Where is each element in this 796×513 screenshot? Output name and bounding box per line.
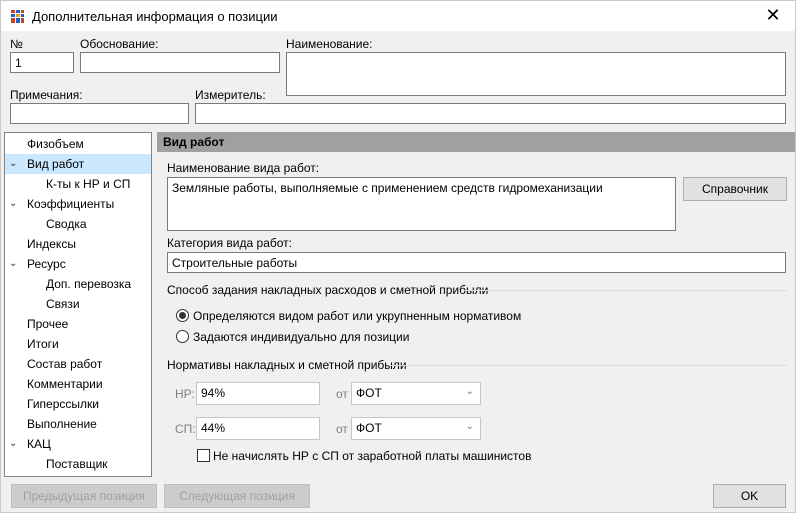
- tree-item-resource[interactable]: ⌄ Ресурс: [5, 254, 151, 274]
- tree-item-label: Гиперссылки: [27, 397, 99, 411]
- name-label: Наименование:: [286, 37, 373, 51]
- chevron-down-icon[interactable]: ⌄: [9, 194, 19, 214]
- tree-item-label: Выполнение: [27, 417, 97, 431]
- tree-item-indexes[interactable]: Индексы: [5, 234, 151, 254]
- no-machinist-checkbox-label: Не начислять НР с СП от заработной платы…: [213, 449, 532, 463]
- norms-section-divider: [391, 365, 787, 366]
- chevron-down-icon: ⌄: [465, 386, 474, 397]
- nr-label: НР:: [175, 387, 195, 401]
- unit-label: Измеритель:: [195, 88, 266, 102]
- tree-item-work-type[interactable]: ⌄ Вид работ: [5, 154, 151, 174]
- tree-item-extra-transport[interactable]: Доп. перевозка: [5, 274, 151, 294]
- tree-item-label: Доп. перевозка: [46, 277, 132, 291]
- radio-individual-label: Задаются индивидуально для позиции: [193, 330, 410, 344]
- notes-label: Примечания:: [10, 88, 83, 102]
- tree-item-label: Сводка: [46, 217, 87, 231]
- tree-item-kac[interactable]: ⌄ КАЦ: [5, 434, 151, 454]
- method-section-label: Способ задания накладных расходов и смет…: [167, 283, 489, 297]
- chevron-down-icon[interactable]: ⌄: [9, 434, 19, 454]
- tree-item-label: Комментарии: [27, 377, 103, 391]
- tree-item-label: Состав работ: [27, 357, 103, 371]
- dialog-window: Дополнительная информация о позиции ✕ № …: [0, 0, 796, 513]
- tree-item-work-composition[interactable]: Состав работ: [5, 354, 151, 374]
- tree-item-summary[interactable]: Сводка: [5, 214, 151, 234]
- sp-from-label: от: [336, 422, 348, 436]
- chevron-down-icon[interactable]: ⌄: [9, 154, 19, 174]
- window-title: Дополнительная информация о позиции: [32, 9, 278, 24]
- tree-item-totals[interactable]: Итоги: [5, 334, 151, 354]
- work-type-name-label: Наименование вида работ:: [167, 161, 320, 175]
- tree-item-label: Индексы: [27, 237, 76, 251]
- sp-base-select[interactable]: ФОТ ⌄: [351, 417, 481, 440]
- tree-item-label: Прочее: [27, 317, 69, 331]
- unit-field[interactable]: [195, 103, 786, 124]
- chevron-down-icon[interactable]: ⌄: [9, 254, 19, 274]
- category-label: Категория вида работ:: [167, 236, 292, 250]
- no-machinist-checkbox[interactable]: [197, 449, 210, 462]
- tree-item-supplier[interactable]: Поставщик: [5, 454, 151, 474]
- tree-item-label: Итоги: [27, 337, 59, 351]
- number-label: №: [10, 37, 23, 51]
- tree-item-label: Поставщик: [46, 457, 108, 471]
- norms-section-label: Нормативы накладных и сметной прибыли: [167, 358, 407, 372]
- tree-item-label: К-ты к НР и СП: [46, 177, 131, 191]
- basis-label: Обоснование:: [80, 37, 159, 51]
- tree-item-label: Физобъем: [27, 137, 84, 151]
- tree-item-label: Коэффициенты: [27, 197, 115, 211]
- next-position-button[interactable]: Следующая позиция: [164, 484, 310, 508]
- tree-item-nr-sp-coefficients[interactable]: К-ты к НР и СП: [5, 174, 151, 194]
- section-tree: Физобъем ⌄ Вид работ К-ты к НР и СП ⌄ Ко…: [4, 132, 152, 477]
- tree-item-physvolume[interactable]: Физобъем: [5, 134, 151, 154]
- chevron-down-icon: ⌄: [465, 421, 474, 432]
- tree-item-links[interactable]: Связи: [5, 294, 151, 314]
- ok-button[interactable]: OK: [713, 484, 786, 508]
- number-field[interactable]: 1: [10, 52, 74, 73]
- radio-individual[interactable]: [176, 330, 189, 343]
- nr-field[interactable]: 94%: [196, 382, 320, 405]
- basis-field[interactable]: [80, 52, 280, 73]
- tree-item-hyperlinks[interactable]: Гиперссылки: [5, 394, 151, 414]
- sp-base-value: ФОТ: [356, 421, 382, 435]
- tree-item-comments[interactable]: Комментарии: [5, 374, 151, 394]
- tree-item-execution[interactable]: Выполнение: [5, 414, 151, 434]
- close-icon[interactable]: ✕: [759, 6, 787, 26]
- name-field[interactable]: [286, 52, 786, 96]
- tree-item-label: Связи: [46, 297, 80, 311]
- nr-base-select[interactable]: ФОТ ⌄: [351, 382, 481, 405]
- tree-item-other[interactable]: Прочее: [5, 314, 151, 334]
- tree-item-coefficients[interactable]: ⌄ Коэффициенты: [5, 194, 151, 214]
- nr-base-value: ФОТ: [356, 386, 382, 400]
- sp-field[interactable]: 44%: [196, 417, 320, 440]
- category-field[interactable]: Строительные работы: [167, 252, 786, 273]
- app-table-icon: [10, 9, 25, 24]
- title-bar: Дополнительная информация о позиции ✕: [1, 1, 795, 31]
- notes-field[interactable]: [10, 103, 189, 124]
- radio-by-type-label: Определяются видом работ или укрупненным…: [193, 309, 522, 323]
- method-section-divider: [463, 290, 787, 291]
- reference-button[interactable]: Справочник: [683, 177, 787, 201]
- prev-position-button[interactable]: Предыдущая позиция: [11, 484, 157, 508]
- sp-label: СП:: [175, 422, 196, 436]
- nr-from-label: от: [336, 387, 348, 401]
- work-type-name-field[interactable]: Земляные работы, выполняемые с применени…: [167, 177, 676, 231]
- panel-header: Вид работ: [157, 132, 795, 152]
- radio-by-type[interactable]: [176, 309, 189, 322]
